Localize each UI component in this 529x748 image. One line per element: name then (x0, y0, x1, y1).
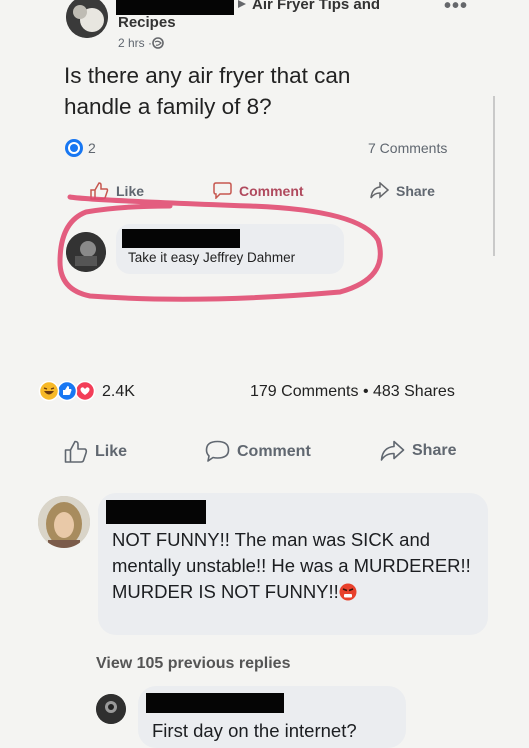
comment-text: NOT FUNNY!! The man was SICK and mentall… (112, 527, 478, 605)
outer-comment-button[interactable]: Comment (205, 440, 311, 463)
reaction-icons[interactable] (38, 381, 96, 401)
comment-text-content: NOT FUNNY!! The man was SICK and mentall… (112, 529, 471, 602)
outer-like-label: Like (95, 442, 128, 460)
comment-icon (205, 440, 230, 462)
redacted-reply2-name (146, 693, 284, 713)
highlight-circle (57, 194, 383, 302)
outer-share-label: Share (412, 442, 457, 459)
reply2-text: First day on the internet? (152, 720, 357, 741)
side-edge-line (493, 96, 495, 256)
reply2-avatar[interactable] (96, 694, 126, 724)
like-icon (64, 440, 88, 463)
outer-like-button[interactable]: Like (64, 440, 127, 463)
angry-emoji-icon (339, 583, 357, 601)
view-previous-replies[interactable]: View 105 previous replies (96, 655, 290, 673)
share-icon (380, 440, 405, 461)
reactions-count[interactable]: 2.4K (102, 383, 135, 401)
outer-comment-label: Comment (237, 442, 311, 460)
commenter-avatar[interactable] (38, 496, 90, 548)
comments-shares-stats[interactable]: 179 Comments • 483 Shares (250, 383, 455, 401)
outer-share-button[interactable]: Share (380, 440, 456, 462)
redacted-commenter-name (106, 500, 206, 524)
